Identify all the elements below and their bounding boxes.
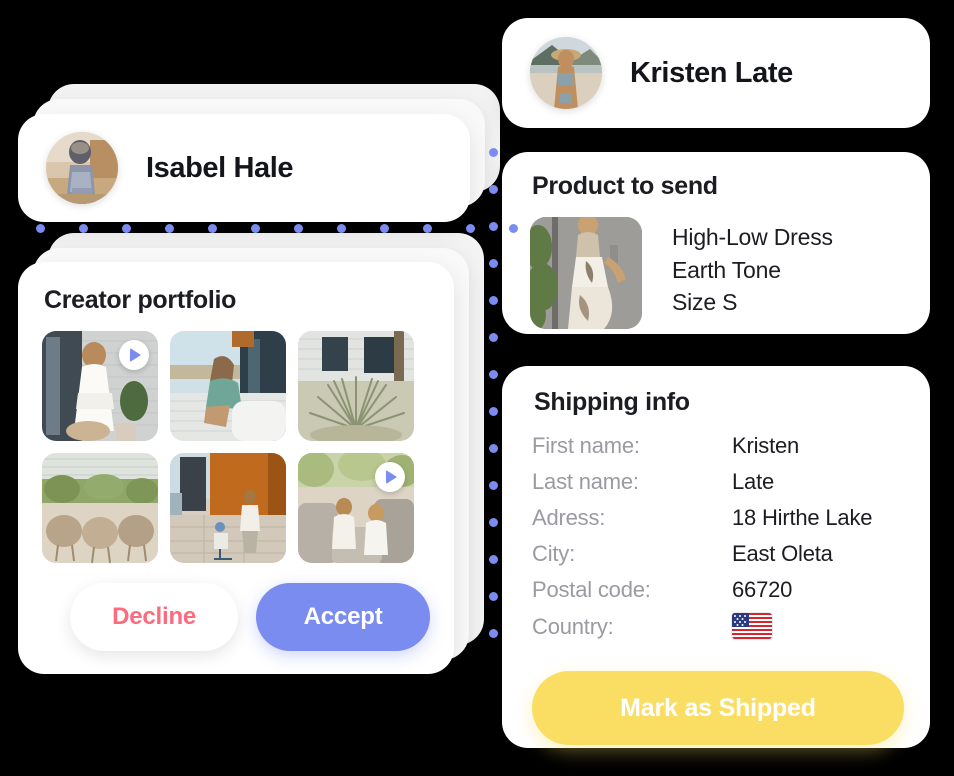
field-value: Late [732, 469, 775, 494]
connector-dot [509, 224, 518, 233]
field-value [732, 613, 772, 640]
product-line-size: Size S [672, 289, 738, 316]
field-label: Country: [532, 614, 614, 639]
connector-dot [489, 222, 498, 231]
connector-dot [466, 224, 475, 233]
connector-dot [294, 224, 303, 233]
connector-dot [122, 224, 131, 233]
product-to-send-card: Product to send High-Low Dress Earth Ton… [502, 152, 930, 334]
creator-name: Isabel Hale [146, 151, 294, 184]
field-label: Last name: [532, 469, 639, 494]
connector-dot [337, 224, 346, 233]
field-value: Kristen [732, 433, 800, 458]
field-label: Postal code: [532, 577, 651, 602]
connector-dot [489, 555, 498, 564]
connector-dot [208, 224, 217, 233]
portfolio-title: Creator portfolio [44, 286, 237, 314]
field-label: City: [532, 541, 576, 566]
connector-dot [489, 296, 498, 305]
connector-dot [489, 444, 498, 453]
avatar-isabel [46, 132, 118, 204]
field-value: 66720 [732, 577, 793, 602]
portfolio-item[interactable] [170, 331, 286, 441]
connector-dot [489, 481, 498, 490]
shipping-row-first-name: First name: Kristen [532, 433, 904, 469]
mark-as-shipped-button[interactable]: Mark as Shipped [532, 671, 904, 745]
portfolio-grid [42, 331, 430, 563]
portfolio-item[interactable] [298, 331, 414, 441]
shipping-row-last-name: Last name: Late [532, 469, 904, 505]
field-label: First name: [532, 433, 640, 458]
accept-button[interactable]: Accept [256, 583, 430, 651]
connector-dot [251, 224, 260, 233]
connector-dot [489, 629, 498, 638]
field-value: East Oleta [732, 541, 833, 566]
shipping-row-country: Country: [532, 613, 904, 649]
connector-dot [489, 518, 498, 527]
portfolio-item[interactable] [42, 331, 158, 441]
field-value: 18 Hirthe Lake [732, 505, 873, 530]
connector-dot [165, 224, 174, 233]
product-thumbnail[interactable] [530, 217, 642, 329]
creator-header-card[interactable]: Isabel Hale [18, 114, 470, 222]
shipping-fields: First name: Kristen Last name: Late Adre… [532, 433, 904, 649]
connector-dot [36, 224, 45, 233]
connector-dot [489, 333, 498, 342]
product-title: Product to send [532, 172, 718, 200]
portfolio-actions: Decline Accept [42, 583, 430, 651]
shipping-row-address: Adress: 18 Hirthe Lake [532, 505, 904, 541]
decline-button[interactable]: Decline [70, 583, 239, 651]
connector-dot [489, 259, 498, 268]
portfolio-item[interactable] [298, 453, 414, 563]
connector-dot [380, 224, 389, 233]
creator-portfolio-card: Creator portfolio Decline Accept [18, 262, 454, 674]
connector-dot [423, 224, 432, 233]
portfolio-item[interactable] [170, 453, 286, 563]
connector-dot [489, 407, 498, 416]
avatar-kristen [530, 37, 602, 109]
shipping-row-postal-code: Postal code: 66720 [532, 577, 904, 613]
shipping-row-city: City: East Oleta [532, 541, 904, 577]
flag-us-icon [732, 613, 772, 639]
product-line-color: Earth Tone [672, 256, 781, 283]
connector-dot [489, 370, 498, 379]
connector-dot [79, 224, 88, 233]
connector-dot [489, 148, 498, 157]
play-icon[interactable] [375, 462, 405, 492]
portfolio-item[interactable] [42, 453, 158, 563]
field-label: Adress: [532, 505, 606, 530]
customer-name: Kristen Late [630, 56, 793, 89]
customer-header-card[interactable]: Kristen Late [502, 18, 930, 128]
product-details: High-Low Dress Earth Tone Size S [672, 217, 833, 319]
connector-dot [489, 185, 498, 194]
shipping-info-card: Shipping info First name: Kristen Last n… [502, 366, 930, 748]
connector-dot [489, 592, 498, 601]
product-line-name: High-Low Dress [672, 224, 833, 250]
shipping-title: Shipping info [534, 388, 690, 416]
play-icon[interactable] [119, 340, 149, 370]
